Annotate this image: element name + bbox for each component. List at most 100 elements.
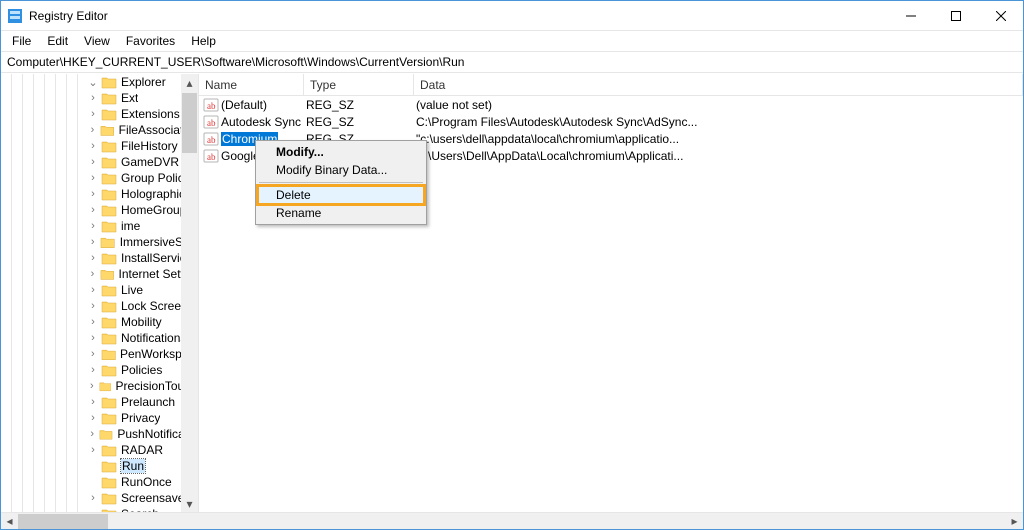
expander-icon[interactable]: ›: [87, 444, 99, 456]
expander-icon[interactable]: ›: [87, 316, 99, 328]
tree-item-policies[interactable]: ›Policies: [1, 362, 198, 378]
value-type: REG_SZ: [304, 98, 414, 112]
tree-item-holographic[interactable]: › Holographic: [1, 186, 198, 202]
expander-icon[interactable]: ›: [87, 492, 99, 504]
tree-item-lock-screen[interactable]: ›Lock Screen: [1, 298, 198, 314]
tree-item-label: Holographic: [121, 187, 185, 201]
expander-icon[interactable]: ›: [87, 236, 98, 248]
tree-item-extensions[interactable]: ›Extensions: [1, 106, 198, 122]
context-menu-modify-binary-data[interactable]: Modify Binary Data...: [258, 161, 424, 179]
tree-item-label: FileHistory: [121, 139, 178, 153]
tree-item-fileassociations[interactable]: ›FileAssociations: [1, 122, 198, 138]
value-data: C:\Users\Dell\AppData\Local\chromium\App…: [414, 149, 1023, 163]
horizontal-scrollbar[interactable]: ◂ ▸: [1, 512, 1023, 529]
tree-item-filehistory[interactable]: › FileHistory: [1, 138, 198, 154]
tree-vertical-scrollbar[interactable]: ▴ ▾: [181, 74, 198, 512]
tree-item-runonce[interactable]: RunOnce: [1, 474, 198, 490]
context-menu-rename[interactable]: Rename: [258, 204, 424, 222]
value-row[interactable]: ab(Default)REG_SZ(value not set): [199, 96, 1023, 113]
value-name: (Default): [221, 98, 267, 112]
expander-icon[interactable]: ›: [87, 284, 99, 296]
window-title: Registry Editor: [29, 9, 108, 23]
expander-icon[interactable]: ›: [87, 124, 98, 136]
tree-item-internet-settings[interactable]: ›Internet Settings: [1, 266, 198, 282]
scrollbar-thumb[interactable]: [18, 514, 108, 529]
expander-icon[interactable]: ›: [87, 92, 99, 104]
tree-item-label: Ext: [121, 91, 138, 105]
context-menu-modify[interactable]: Modify...: [258, 143, 424, 161]
expander-icon[interactable]: ›: [87, 204, 99, 216]
tree-item-run[interactable]: Run: [1, 458, 198, 474]
expander-icon[interactable]: ›: [87, 252, 99, 264]
tree-item-label: HomeGroup: [121, 203, 186, 217]
minimize-button[interactable]: [888, 1, 933, 30]
expander-icon[interactable]: ›: [87, 380, 97, 392]
tree-item-radar[interactable]: › RADAR: [1, 442, 198, 458]
tree-item-live[interactable]: ›Live: [1, 282, 198, 298]
tree-item-installservice[interactable]: ›InstallService: [1, 250, 198, 266]
expander-icon[interactable]: [87, 460, 99, 472]
tree-item-ime[interactable]: ›ime: [1, 218, 198, 234]
menu-file[interactable]: File: [5, 33, 38, 49]
expander-icon[interactable]: ›: [87, 396, 99, 408]
tree-item-label: GameDVR: [121, 155, 179, 169]
tree-item-homegroup[interactable]: › HomeGroup: [1, 202, 198, 218]
expander-icon[interactable]: ›: [87, 300, 99, 312]
expander-icon[interactable]: ›: [87, 428, 97, 440]
regedit-app-icon: [7, 8, 23, 24]
tree-item-immersiveshell[interactable]: ›ImmersiveShell: [1, 234, 198, 250]
tree-item-mobility[interactable]: ›Mobility: [1, 314, 198, 330]
expander-icon[interactable]: ›: [87, 348, 99, 360]
values-header: Name Type Data: [199, 74, 1023, 96]
tree-item-penworkspace[interactable]: ›PenWorkspace: [1, 346, 198, 362]
scroll-left-icon[interactable]: ◂: [1, 513, 18, 530]
registry-editor-window: Registry Editor File Edit View Favorites…: [0, 0, 1024, 530]
tree-item-precisiontouchpad[interactable]: ›PrecisionTouchPad: [1, 378, 198, 394]
svg-text:ab: ab: [207, 152, 216, 162]
expander-icon[interactable]: ›: [87, 172, 99, 184]
tree-item-notifications[interactable]: ›Notifications: [1, 330, 198, 346]
context-menu-delete[interactable]: Delete: [258, 186, 424, 204]
menu-favorites[interactable]: Favorites: [119, 33, 182, 49]
tree-item-prelaunch[interactable]: › Prelaunch: [1, 394, 198, 410]
scroll-up-icon[interactable]: ▴: [181, 74, 198, 91]
expander-icon[interactable]: ›: [87, 188, 99, 200]
expander-icon[interactable]: ⌄: [87, 76, 99, 89]
close-button[interactable]: [978, 1, 1023, 30]
tree-item-screensavers[interactable]: ›Screensavers: [1, 490, 198, 506]
tree-pane: ⌄Explorer › Ext›Extensions›FileAssociation…: [1, 74, 199, 512]
scroll-right-icon[interactable]: ▸: [1006, 513, 1023, 530]
value-row[interactable]: abAutodesk SyncREG_SZC:\Program Files\Au…: [199, 113, 1023, 130]
maximize-button[interactable]: [933, 1, 978, 30]
menu-edit[interactable]: Edit: [40, 33, 75, 49]
expander-icon[interactable]: ›: [87, 412, 99, 424]
tree-item-privacy[interactable]: ›Privacy: [1, 410, 198, 426]
tree-item-pushnotifications[interactable]: ›PushNotifications: [1, 426, 198, 442]
scroll-down-icon[interactable]: ▾: [181, 495, 198, 512]
address-bar[interactable]: Computer\HKEY_CURRENT_USER\Software\Micr…: [1, 51, 1023, 73]
scrollbar-thumb[interactable]: [182, 93, 197, 153]
expander-icon[interactable]: ›: [87, 268, 98, 280]
expander-icon[interactable]: ›: [87, 364, 99, 376]
column-header-type[interactable]: Type: [304, 74, 414, 95]
expander-icon[interactable]: ›: [87, 140, 99, 152]
menu-view[interactable]: View: [77, 33, 117, 49]
tree-item-gamedvr[interactable]: › GameDVR: [1, 154, 198, 170]
column-header-data[interactable]: Data: [414, 74, 1023, 95]
column-header-name[interactable]: Name: [199, 74, 304, 95]
expander-icon[interactable]: ›: [87, 156, 99, 168]
expander-icon[interactable]: ›: [87, 332, 99, 344]
expander-icon[interactable]: ›: [87, 220, 99, 232]
expander-icon[interactable]: ›: [87, 108, 99, 120]
tree-item-group-policy[interactable]: ›Group Policy: [1, 170, 198, 186]
expander-icon[interactable]: [87, 476, 99, 488]
tree-item-label: RADAR: [121, 443, 163, 457]
tree-item-explorer[interactable]: ⌄Explorer: [1, 74, 198, 90]
value-context-menu: Modify...Modify Binary Data... DeleteRena…: [255, 140, 427, 225]
value-type: REG_SZ: [304, 115, 414, 129]
tree-item-label: Prelaunch: [121, 395, 175, 409]
tree-item-ext[interactable]: › Ext: [1, 90, 198, 106]
context-menu-separator: [259, 182, 423, 183]
menu-help[interactable]: Help: [184, 33, 223, 49]
value-name: Autodesk Sync: [221, 115, 301, 129]
